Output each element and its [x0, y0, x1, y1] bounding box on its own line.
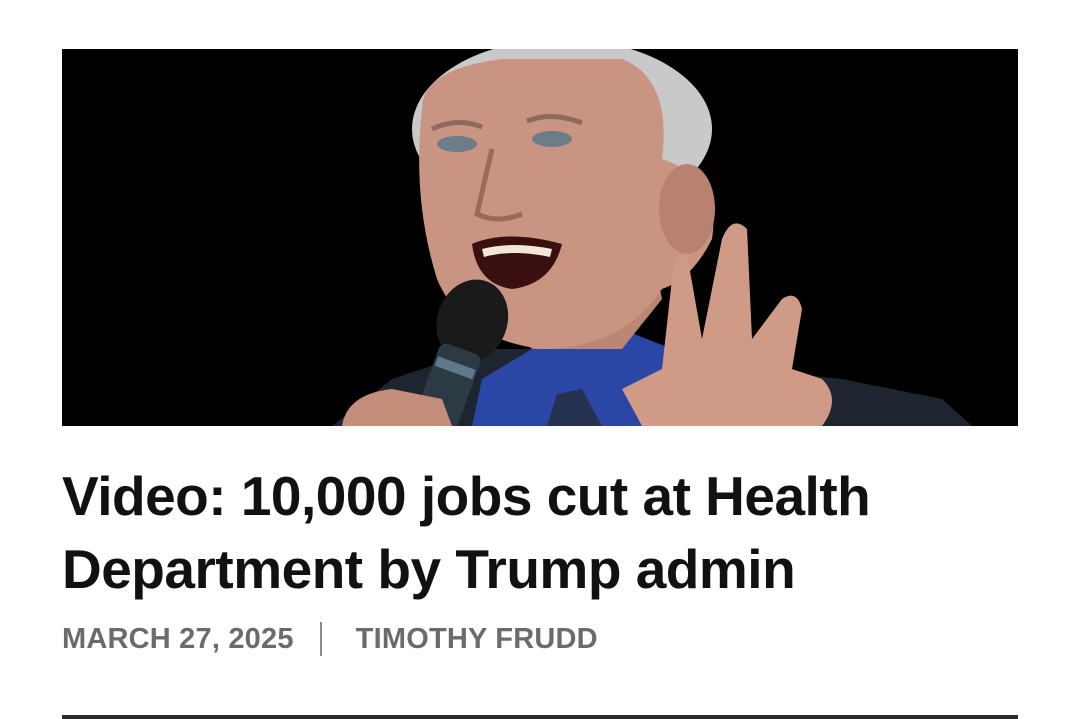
article-meta: MARCH 27, 2025 TIMOTHY FRUDD	[62, 620, 598, 658]
hero-photo[interactable]	[62, 49, 1018, 426]
next-article-card-edge[interactable]	[62, 715, 1018, 719]
hero-photo-illustration	[62, 49, 1018, 426]
article-headline[interactable]: Video: 10,000 jobs cut at Health Departm…	[62, 460, 1022, 606]
article-author[interactable]: TIMOTHY FRUDD	[356, 623, 598, 656]
meta-divider	[319, 622, 322, 656]
article-date: MARCH 27, 2025	[62, 622, 294, 655]
